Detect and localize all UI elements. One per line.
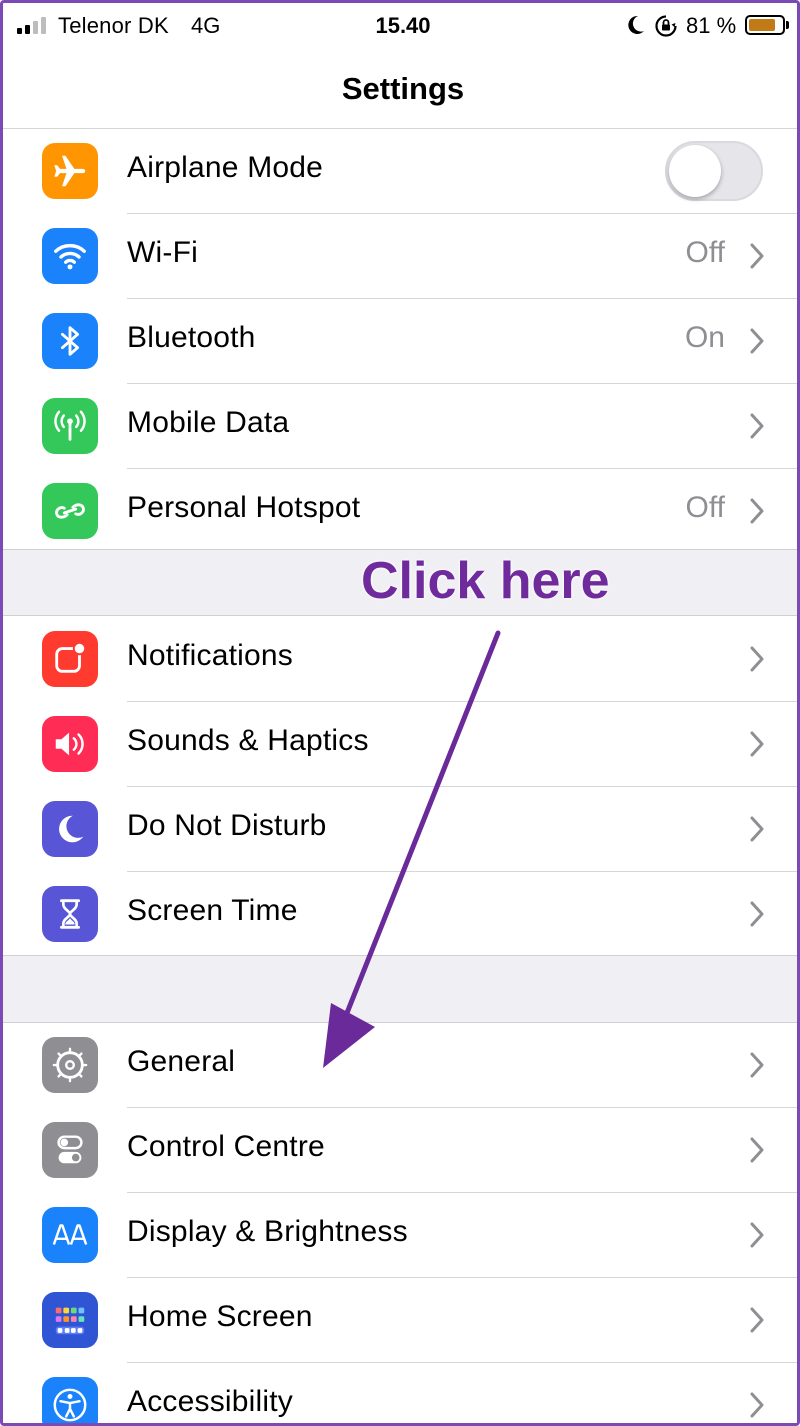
chevron-right-icon bbox=[750, 1307, 764, 1333]
speaker-icon bbox=[42, 716, 98, 772]
click-here-annotation: Click here bbox=[361, 552, 610, 610]
annotation-arrow-icon bbox=[323, 630, 501, 1068]
bluetooth-value: On bbox=[684, 321, 725, 354]
display-brightness-label: Display & Brightness bbox=[127, 1215, 408, 1248]
settings-row-accessibility[interactable]: Accessibility bbox=[3, 1363, 797, 1423]
bluetooth-icon bbox=[42, 313, 98, 369]
settings-row-mobile-data[interactable]: Mobile Data bbox=[3, 384, 797, 469]
moon-icon bbox=[42, 801, 98, 857]
chevron-right-icon bbox=[750, 413, 764, 439]
chevron-right-icon bbox=[750, 816, 764, 842]
battery-icon bbox=[745, 15, 785, 35]
status-bar: Telenor DK 4G 15.40 81 % bbox=[3, 3, 797, 49]
do-not-disturb-label: Do Not Disturb bbox=[127, 809, 327, 842]
wifi-icon bbox=[42, 228, 98, 284]
connectivity-group: Airplane Mode Wi-Fi Off Bluetooth On Mob… bbox=[3, 129, 797, 554]
settings-row-control-centre[interactable]: Control Centre bbox=[3, 1108, 797, 1193]
bluetooth-label: Bluetooth bbox=[127, 321, 256, 354]
wifi-label: Wi-Fi bbox=[127, 236, 198, 269]
text-size-icon bbox=[42, 1207, 98, 1263]
general-label: General bbox=[127, 1045, 236, 1078]
chevron-right-icon bbox=[750, 498, 764, 524]
airplane-icon bbox=[42, 143, 98, 199]
settings-row-home-screen[interactable]: Home Screen bbox=[3, 1278, 797, 1363]
status-time: 15.40 bbox=[375, 13, 431, 38]
moon-icon bbox=[628, 15, 644, 34]
phone-screen: Telenor DK 4G 15.40 81 % Settings Airpla… bbox=[0, 0, 800, 1426]
mobile-data-label: Mobile Data bbox=[127, 406, 290, 439]
wifi-value: Off bbox=[685, 236, 725, 269]
navigation-bar: Settings bbox=[3, 49, 797, 129]
battery-level-fill bbox=[749, 19, 775, 31]
battery-percentage: 81 % bbox=[686, 13, 737, 38]
settings-row-display-brightness[interactable]: Display & Brightness bbox=[3, 1193, 797, 1278]
screen-time-label: Screen Time bbox=[127, 894, 298, 927]
chevron-right-icon bbox=[750, 731, 764, 757]
airplane-mode-toggle[interactable] bbox=[665, 141, 763, 201]
personal-hotspot-value: Off bbox=[685, 491, 725, 524]
gear-icon bbox=[42, 1037, 98, 1093]
chevron-right-icon bbox=[750, 1222, 764, 1248]
battery-nub bbox=[786, 21, 789, 29]
notifications-label: Notifications bbox=[127, 639, 294, 672]
toggle-knob bbox=[669, 145, 721, 197]
control-centre-label: Control Centre bbox=[127, 1130, 325, 1163]
home-screen-grid-icon bbox=[42, 1292, 98, 1348]
general-group: General Control Centre Display & Brightn… bbox=[3, 1023, 797, 1423]
chevron-right-icon bbox=[750, 328, 764, 354]
chevron-right-icon bbox=[750, 646, 764, 672]
settings-row-personal-hotspot[interactable]: Personal Hotspot Off bbox=[3, 469, 797, 554]
hourglass-icon bbox=[42, 886, 98, 942]
chevron-right-icon bbox=[750, 243, 764, 269]
personal-hotspot-label: Personal Hotspot bbox=[127, 491, 361, 524]
chevron-right-icon bbox=[750, 901, 764, 927]
chevron-right-icon bbox=[750, 1052, 764, 1078]
settings-row-bluetooth[interactable]: Bluetooth On bbox=[3, 299, 797, 384]
home-screen-label: Home Screen bbox=[127, 1300, 313, 1333]
settings-row-airplane-mode[interactable]: Airplane Mode bbox=[3, 129, 797, 214]
chevron-right-icon bbox=[750, 1392, 764, 1418]
antenna-icon bbox=[42, 398, 98, 454]
accessibility-icon bbox=[42, 1377, 98, 1423]
hotspot-icon bbox=[42, 483, 98, 539]
switches-icon bbox=[42, 1122, 98, 1178]
accessibility-label: Accessibility bbox=[127, 1385, 293, 1418]
orientation-lock-icon bbox=[655, 15, 677, 37]
chevron-right-icon bbox=[750, 1137, 764, 1163]
airplane-mode-label: Airplane Mode bbox=[127, 151, 324, 184]
settings-row-wifi[interactable]: Wi-Fi Off bbox=[3, 214, 797, 299]
notifications-icon bbox=[42, 631, 98, 687]
page-title: Settings bbox=[341, 71, 465, 106]
